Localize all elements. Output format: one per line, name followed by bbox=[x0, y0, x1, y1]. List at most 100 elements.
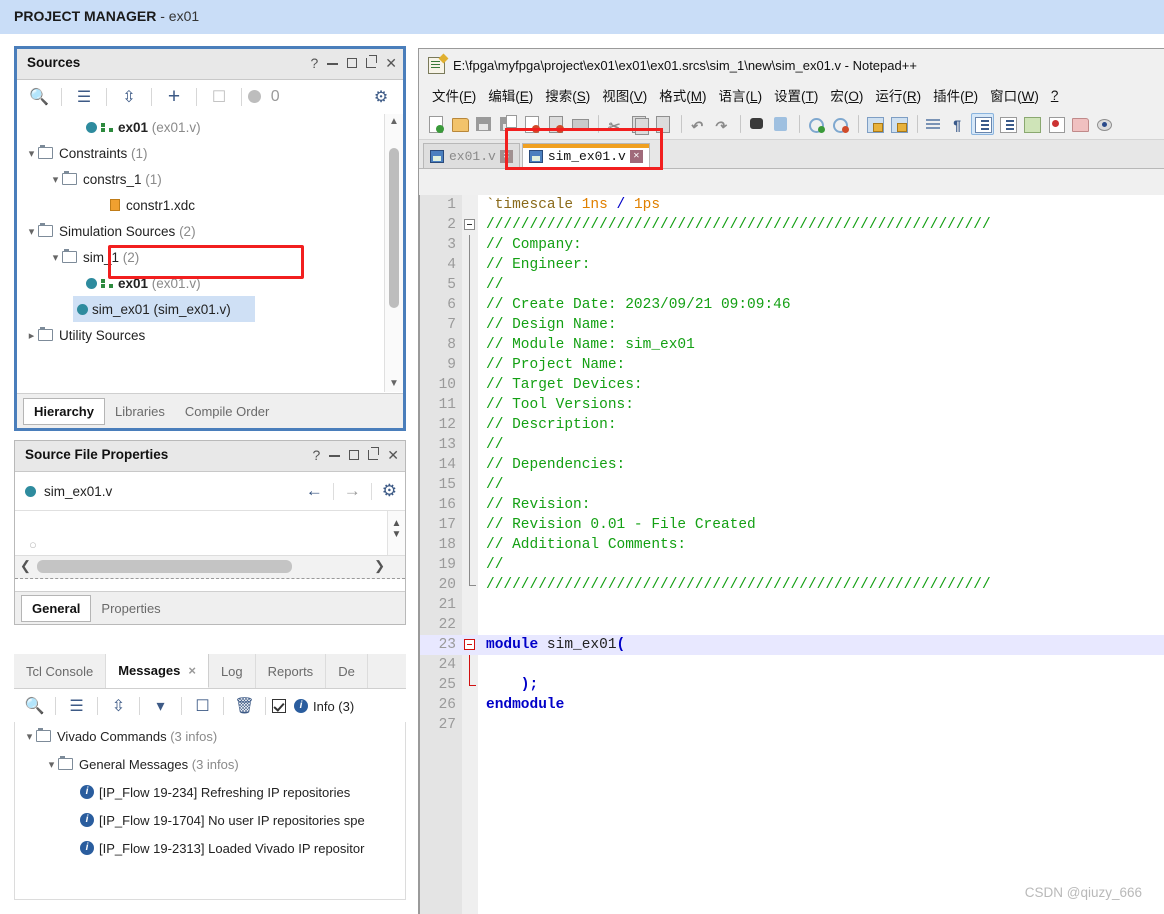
console-tab-log[interactable]: Log bbox=[209, 654, 256, 688]
code-line[interactable]: 27 bbox=[420, 715, 1164, 735]
open-file-icon[interactable] bbox=[449, 114, 470, 134]
tree-item[interactable]: ▾ Simulation Sources (2) bbox=[17, 218, 403, 244]
tree-item[interactable]: ex01 (ex01.v) bbox=[17, 270, 403, 296]
fold-marker[interactable] bbox=[462, 275, 478, 295]
menu-item-s[interactable]: 搜索(S) bbox=[540, 83, 595, 107]
fold-marker[interactable] bbox=[462, 415, 478, 435]
menu-item-r[interactable]: 运行(R) bbox=[870, 83, 926, 107]
sources-tab-compile-order[interactable]: Compile Order bbox=[175, 399, 280, 424]
trash-icon[interactable]: 🗑 bbox=[224, 696, 265, 716]
code-line[interactable]: 8 // Module Name: sim_ex01 bbox=[420, 335, 1164, 355]
document-map-icon[interactable] bbox=[1021, 114, 1042, 134]
code-line[interactable]: 10 // Target Devices: bbox=[420, 375, 1164, 395]
menu-item-t[interactable]: 设置(T) bbox=[769, 83, 823, 107]
sfp-horizontal-scrollbar[interactable]: ❮ ❯ bbox=[15, 556, 405, 579]
search-icon[interactable]: 🔍 bbox=[14, 696, 55, 716]
close-all-icon[interactable] bbox=[545, 114, 566, 134]
console-tab-reports[interactable]: Reports bbox=[256, 654, 327, 688]
tree-item[interactable]: ▾ constrs_1 (1) bbox=[17, 166, 403, 192]
replace-icon[interactable] bbox=[770, 114, 791, 134]
minimize-icon[interactable] bbox=[327, 53, 339, 73]
scroll-up-icon[interactable]: ▲ bbox=[385, 114, 403, 130]
zoom-in-icon[interactable] bbox=[805, 114, 826, 134]
sources-tree-scrollbar[interactable]: ▲ ▼ bbox=[384, 114, 403, 392]
sfp-vertical-scrollbar[interactable]: ▲ ▼ bbox=[387, 511, 405, 555]
code-line[interactable]: 4 // Engineer: bbox=[420, 255, 1164, 275]
message-row[interactable]: ▾ Vivado Commands (3 infos) bbox=[15, 722, 405, 750]
message-row[interactable]: i [IP_Flow 19-2313] Loaded Vivado IP repo… bbox=[15, 834, 405, 862]
save-icon[interactable] bbox=[473, 114, 494, 134]
close-icon[interactable]: ✕ bbox=[499, 149, 513, 163]
scroll-left-icon[interactable]: ❮ bbox=[20, 558, 31, 574]
code-line[interactable]: 26 endmodule bbox=[420, 695, 1164, 715]
add-sources-icon[interactable]: + bbox=[152, 85, 196, 109]
zoom-out-icon[interactable] bbox=[829, 114, 850, 134]
show-all-chars-icon[interactable]: ¶ bbox=[947, 114, 968, 134]
sfp-tab-properties[interactable]: Properties bbox=[91, 596, 170, 621]
forward-arrow-icon[interactable]: → bbox=[344, 481, 361, 501]
sync-vertical-icon[interactable] bbox=[864, 114, 885, 134]
menu-item-v[interactable]: 视图(V) bbox=[597, 83, 652, 107]
float-icon[interactable] bbox=[368, 445, 380, 465]
tree-item[interactable]: constr1.xdc bbox=[17, 192, 403, 218]
menu-item-e[interactable]: 编辑(E) bbox=[483, 83, 538, 107]
doc-list-icon[interactable] bbox=[971, 113, 994, 135]
menu-item-p[interactable]: 插件(P) bbox=[928, 83, 983, 107]
sources-tab-libraries[interactable]: Libraries bbox=[105, 399, 175, 424]
fold-marker[interactable] bbox=[462, 255, 478, 275]
scroll-right-icon[interactable]: ❯ bbox=[374, 558, 385, 574]
tree-item[interactable]: sim_ex01 (sim_ex01.v) bbox=[73, 296, 255, 322]
maximize-icon[interactable] bbox=[349, 445, 360, 465]
redo-icon[interactable]: ↷ bbox=[711, 114, 732, 134]
message-row[interactable]: ▾ General Messages (3 infos) bbox=[15, 750, 405, 778]
fold-marker[interactable] bbox=[462, 575, 478, 595]
filter-icon[interactable]: ▾ bbox=[140, 696, 181, 716]
new-file-icon[interactable] bbox=[425, 114, 446, 134]
tree-chevron-icon[interactable]: ▾ bbox=[45, 758, 58, 771]
gear-icon[interactable]: ⚙ bbox=[382, 481, 397, 501]
code-line[interactable]: 6 // Create Date: 2023/09/21 09:09:46 bbox=[420, 295, 1164, 315]
code-line[interactable]: 2 ///////////////////////////////////////… bbox=[420, 215, 1164, 235]
tree-chevron-icon[interactable]: ▸ bbox=[25, 329, 38, 342]
fold-marker[interactable] bbox=[462, 515, 478, 535]
close-icon[interactable]: ✕ bbox=[629, 149, 643, 163]
sources-tree[interactable]: ex01 (ex01.v) ▾ Constraints (1) ▾ constrs_1 … bbox=[17, 114, 403, 392]
menu-item-f[interactable]: 文件(F) bbox=[427, 83, 481, 107]
code-line[interactable]: 18 // Additional Comments: bbox=[420, 535, 1164, 555]
menu-item-w[interactable]: 窗口(W) bbox=[985, 83, 1044, 107]
menu-item-m[interactable]: 格式(M) bbox=[654, 83, 711, 107]
fold-marker[interactable] bbox=[462, 495, 478, 515]
code-line[interactable]: 25 ); bbox=[420, 675, 1164, 695]
message-row[interactable]: i [IP_Flow 19-234] Refreshing IP reposito… bbox=[15, 778, 405, 806]
messages-tree[interactable]: ▾ Vivado Commands (3 infos) ▾ General Messa… bbox=[14, 722, 406, 900]
float-icon[interactable] bbox=[366, 53, 378, 73]
back-arrow-icon[interactable]: ← bbox=[306, 481, 323, 501]
file-question-icon[interactable]: ☐ bbox=[197, 87, 241, 107]
tree-chevron-icon[interactable]: ▾ bbox=[23, 730, 36, 743]
code-line[interactable]: 23 module sim_ex01( bbox=[420, 635, 1164, 655]
code-line[interactable]: 15 // bbox=[420, 475, 1164, 495]
tree-chevron-icon[interactable]: ▾ bbox=[25, 225, 38, 238]
editor-tab-inactive[interactable]: ex01.v ✕ bbox=[423, 143, 520, 168]
fold-marker[interactable] bbox=[462, 215, 478, 235]
menu-item-l[interactable]: 语言(L) bbox=[714, 83, 768, 107]
code-line[interactable]: 17 // Revision 0.01 - File Created bbox=[420, 515, 1164, 535]
fold-marker[interactable] bbox=[462, 335, 478, 355]
close-icon[interactable]: × bbox=[188, 663, 196, 678]
console-tab-tcl-console[interactable]: Tcl Console bbox=[14, 654, 107, 688]
menu-item-help[interactable]: ? bbox=[1046, 86, 1064, 105]
tree-item[interactable]: ▾ Constraints (1) bbox=[17, 140, 403, 166]
find-icon[interactable] bbox=[746, 114, 767, 134]
code-line[interactable]: 20 //////////////////////////////////////… bbox=[420, 575, 1164, 595]
code-line[interactable]: 12 // Description: bbox=[420, 415, 1164, 435]
fold-marker[interactable] bbox=[462, 355, 478, 375]
scroll-down-icon[interactable]: ▼ bbox=[385, 376, 403, 392]
folder-as-workspace-icon[interactable] bbox=[1069, 114, 1090, 134]
fold-marker[interactable] bbox=[462, 435, 478, 455]
scrollbar-thumb[interactable] bbox=[389, 148, 399, 308]
message-row[interactable]: i [IP_Flow 19-1704] No user IP repositori… bbox=[15, 806, 405, 834]
fold-marker[interactable] bbox=[462, 675, 478, 695]
console-tab-de[interactable]: De bbox=[326, 654, 368, 688]
collapse-all-icon[interactable]: ☰ bbox=[62, 87, 106, 107]
macro-record-icon[interactable] bbox=[1045, 114, 1066, 134]
